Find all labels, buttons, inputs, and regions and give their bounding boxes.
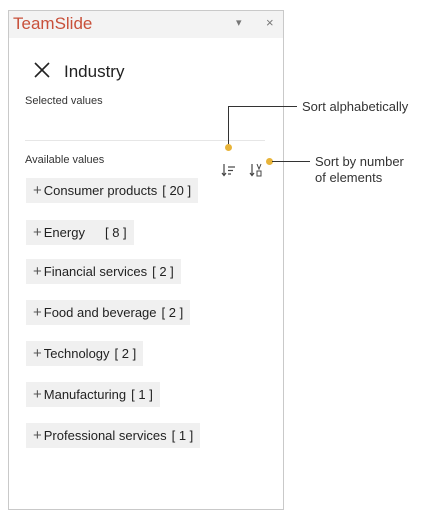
plus-icon: + — [33, 182, 42, 199]
value-chip[interactable]: + Energy [ 8 ] — [26, 220, 134, 245]
value-chip[interactable]: + Manufacturing [ 1 ] — [26, 382, 160, 407]
value-chip[interactable]: + Food and beverage [ 2 ] — [26, 300, 191, 325]
teamslide-pane: TeamSlide ▾ × Industry Selected values A… — [8, 10, 284, 510]
chip-label: Food and beverage — [43, 305, 157, 320]
chip-label: Manufacturing — [43, 387, 127, 402]
value-chip[interactable]: + Professional services [ 1 ] — [26, 423, 201, 448]
chip-label: Energy — [43, 225, 85, 240]
chip-label: Professional services — [43, 428, 167, 443]
close-icon[interactable] — [33, 61, 51, 79]
chip-label: Technology — [43, 346, 110, 361]
chip-count: [ 2 ] — [152, 264, 174, 279]
sort-alpha-callout-line — [228, 106, 297, 107]
chip-label: Financial services — [43, 264, 148, 279]
sort-by-number-icon[interactable] — [249, 162, 265, 178]
sort-alpha-callout-text: Sort alphabetically — [302, 99, 409, 114]
chip-label: Consumer products — [43, 183, 158, 198]
selected-values-divider — [25, 140, 265, 141]
sort-number-callout-line1: Sort by number — [315, 154, 404, 169]
chip-count: [ 2 ] — [161, 305, 184, 320]
sort-number-callout-line — [272, 161, 310, 162]
chip-count: [ 20 ] — [162, 183, 192, 198]
app-title: TeamSlide — [13, 14, 93, 33]
plus-icon: + — [33, 224, 42, 241]
plus-icon: + — [33, 304, 42, 321]
available-values-label: Available values — [25, 154, 105, 166]
panel-title: Industry — [64, 62, 125, 81]
chip-count: [ 8 ] — [104, 225, 127, 240]
sort-number-callout-line2: of elements — [315, 170, 383, 185]
pane-close-button[interactable]: × — [266, 15, 274, 30]
plus-icon: + — [33, 427, 42, 444]
value-chip[interactable]: + Financial services [ 2 ] — [26, 259, 181, 284]
pane-menu-button[interactable]: ▾ — [236, 16, 242, 29]
sort-alpha-callout-line — [228, 106, 229, 148]
chip-count: [ 1 ] — [171, 428, 194, 443]
plus-icon: + — [33, 263, 42, 280]
sort-alphabetically-icon[interactable] — [221, 162, 237, 178]
value-chip[interactable]: + Technology [ 2 ] — [26, 341, 144, 366]
pane-titlebar: TeamSlide ▾ × — [9, 11, 283, 38]
chip-count: [ 1 ] — [131, 387, 153, 402]
chip-count: [ 2 ] — [114, 346, 137, 361]
value-chip[interactable]: + Consumer products [ 20 ] — [26, 178, 199, 203]
sort-alpha-callout-dot — [225, 144, 232, 151]
plus-icon: + — [33, 345, 42, 362]
sort-number-callout-text: Sort by number of elements — [315, 154, 404, 186]
plus-icon: + — [33, 386, 42, 403]
selected-values-label: Selected values — [25, 95, 103, 107]
